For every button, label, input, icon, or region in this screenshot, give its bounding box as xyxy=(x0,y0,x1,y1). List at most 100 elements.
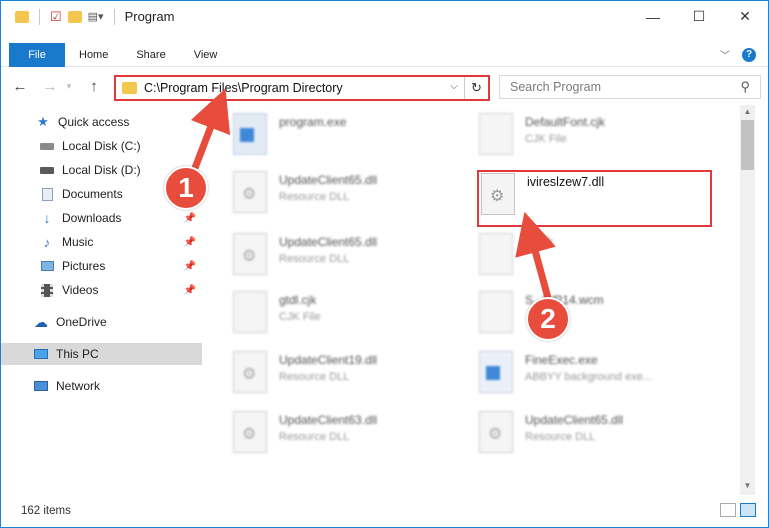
details-view-icon[interactable] xyxy=(720,503,736,517)
new-folder-icon[interactable] xyxy=(67,10,82,23)
sidebar-item-label: Network xyxy=(56,379,101,393)
drive-icon xyxy=(39,163,55,177)
quick-access-toolbar: ☑ ▤▾ xyxy=(15,8,119,25)
divider xyxy=(113,8,115,25)
dll-icon xyxy=(233,351,267,393)
scroll-thumb[interactable] xyxy=(741,120,754,170)
refresh-icon[interactable]: ↻ xyxy=(464,77,488,99)
sidebar-item-network[interactable]: Network xyxy=(1,375,202,397)
file-icon xyxy=(479,291,513,333)
tab-home[interactable]: Home xyxy=(65,49,122,61)
sidebar-item-label: Local Disk (C:) xyxy=(62,139,141,153)
documents-icon xyxy=(39,187,55,201)
step-badge-2: 2 xyxy=(526,297,570,341)
dll-icon xyxy=(233,233,267,275)
minimize-button[interactable]: — xyxy=(630,1,676,32)
pin-icon[interactable]: 📌 xyxy=(184,285,196,296)
maximize-button[interactable]: ☐ xyxy=(676,1,722,32)
file-name: program.exe xyxy=(279,115,347,129)
list-item[interactable]: UpdateClient19.dll Resource DLL xyxy=(233,351,463,401)
network-icon xyxy=(33,379,49,393)
sidebar-item-pictures[interactable]: Pictures 📌 xyxy=(1,255,202,277)
title-bar: ☑ ▤▾ Program — ☐ ✕ xyxy=(1,1,768,32)
sidebar-item-downloads[interactable]: ↓ Downloads 📌 xyxy=(1,207,202,229)
list-item[interactable]: UpdateClient65.dll Resource DLL xyxy=(479,411,709,461)
exe-icon xyxy=(233,113,267,155)
expand-ribbon-icon[interactable]: ﹀ xyxy=(720,47,730,62)
sidebar-item-label: Quick access xyxy=(58,115,130,129)
sidebar-item-videos[interactable]: Videos 📌 xyxy=(1,279,202,301)
star-icon: ★ xyxy=(37,114,49,129)
view-switcher xyxy=(720,503,756,517)
tiles-view-icon[interactable] xyxy=(740,503,756,517)
pin-icon[interactable]: 📌 xyxy=(184,261,196,272)
file-type: Resource DLL xyxy=(279,253,350,265)
file-name: FineExec.exe xyxy=(525,353,598,367)
folder-icon[interactable] xyxy=(15,10,29,23)
sidebar-item-local-disk-c[interactable]: Local Disk (C:) xyxy=(1,135,202,157)
divider xyxy=(39,8,40,25)
forward-icon[interactable]: → xyxy=(39,78,61,95)
search-box[interactable]: Search Program ⚲ xyxy=(499,75,761,99)
window-controls: — ☐ ✕ xyxy=(630,1,768,32)
file-name: gtdl.cjk xyxy=(279,293,317,307)
list-item[interactable]: program.exe xyxy=(233,113,463,163)
file-type: Resource DLL xyxy=(279,431,350,443)
tab-view[interactable]: View xyxy=(180,49,232,61)
list-item[interactable]: ....cjk xyxy=(479,233,709,283)
item-count: 162 items xyxy=(21,505,71,517)
pin-icon[interactable]: 📌 xyxy=(184,237,196,248)
search-icon: ⚲ xyxy=(740,79,750,94)
properties-icon[interactable]: ☑ xyxy=(50,9,62,25)
vertical-scrollbar[interactable]: ▲ ▼ xyxy=(740,105,755,495)
list-item[interactable]: DefaultFont.cjk CJK File xyxy=(479,113,709,163)
file-name: DefaultFont.cjk xyxy=(525,115,606,129)
list-item[interactable]: UpdateClient65.dll Resource DLL xyxy=(233,171,463,221)
close-button[interactable]: ✕ xyxy=(722,1,768,32)
list-item[interactable]: UpdateClient63.dll Resource DLL xyxy=(233,411,463,461)
tab-share[interactable]: Share xyxy=(122,49,179,61)
sidebar-item-label: Music xyxy=(62,235,94,249)
pc-icon xyxy=(33,347,49,361)
navigation-pane: ★ Quick access Local Disk (C:) Local Dis… xyxy=(1,105,206,495)
search-input[interactable]: Search Program xyxy=(510,80,601,94)
address-path[interactable]: C:\Program Files\Program Directory xyxy=(144,81,343,95)
sidebar-item-label: Downloads xyxy=(62,211,122,225)
sidebar-item-onedrive[interactable]: ☁ OneDrive xyxy=(1,311,202,333)
sidebar-item-this-pc[interactable]: This PC xyxy=(1,343,202,365)
videos-icon xyxy=(39,283,55,297)
status-bar: 162 items xyxy=(1,495,768,527)
customize-icon[interactable]: ▤▾ xyxy=(88,10,104,23)
dll-icon xyxy=(233,171,267,213)
chevron-down-icon[interactable]: ⌵ xyxy=(450,81,458,92)
highlight-box xyxy=(477,170,712,227)
pictures-icon xyxy=(39,259,55,273)
file-name: ....cjk xyxy=(525,235,554,249)
tab-file[interactable]: File xyxy=(9,42,65,67)
explorer-window: ☑ ▤▾ Program — ☐ ✕ File Home Share View … xyxy=(0,0,769,528)
window-title: Program xyxy=(124,9,175,24)
exe-icon xyxy=(479,351,513,393)
back-icon[interactable]: ← xyxy=(9,78,31,95)
music-icon: ♪ xyxy=(43,234,51,250)
scroll-down-icon[interactable]: ▼ xyxy=(740,481,755,493)
file-type: CJK File xyxy=(525,133,567,145)
file-type: ABBYY background exe... xyxy=(525,371,652,383)
recent-locations-icon[interactable]: ▾ xyxy=(63,81,75,92)
download-icon: ↓ xyxy=(43,210,51,226)
list-item[interactable]: S...WP14.wcm xyxy=(479,291,709,341)
sidebar-item-label: Documents xyxy=(62,187,123,201)
pin-icon[interactable]: 📌 xyxy=(184,213,196,224)
scroll-up-icon[interactable]: ▲ xyxy=(740,107,755,119)
file-name: UpdateClient65.dll xyxy=(279,173,378,187)
address-bar[interactable]: C:\Program Files\Program Directory ⌵ ↻ xyxy=(114,75,490,101)
list-item[interactable]: FineExec.exe ABBYY background exe... xyxy=(479,351,709,401)
up-icon[interactable]: ↑ xyxy=(83,78,105,95)
list-item[interactable]: gtdl.cjk CJK File xyxy=(233,291,463,341)
file-type: Resource DLL xyxy=(525,431,596,443)
file-type: CJK File xyxy=(279,311,321,323)
list-item[interactable]: UpdateClient65.dll Resource DLL xyxy=(233,233,463,283)
help-icon[interactable]: ? xyxy=(742,47,756,62)
sidebar-item-quick-access[interactable]: ★ Quick access xyxy=(1,111,202,133)
sidebar-item-music[interactable]: ♪ Music 📌 xyxy=(1,231,202,253)
